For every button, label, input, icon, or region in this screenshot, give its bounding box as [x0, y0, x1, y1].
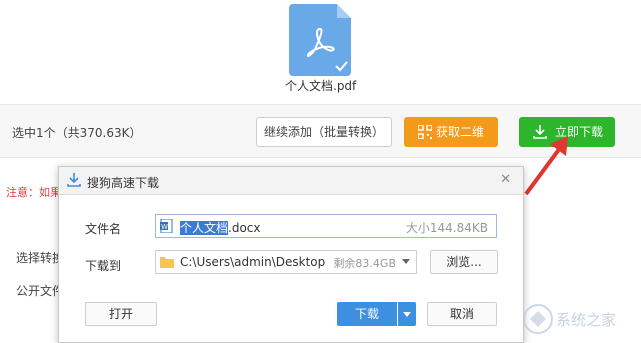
side-label-public: 公开文件: [16, 284, 65, 298]
side-label-convert: 选择转换: [16, 251, 65, 265]
download-dialog: 搜狗高速下载 ✕ 文件名 W 个人文档.docx 大小144.84KB 下载到 …: [58, 166, 524, 343]
save-path-text: C:\Users\admin\Desktop: [180, 255, 326, 269]
chevron-down-icon: [403, 312, 411, 317]
acrobat-glyph-icon: [306, 27, 335, 57]
filename-label: 文件名: [85, 222, 122, 236]
continue-add-button[interactable]: 继续添加（批量转换）: [256, 117, 392, 147]
free-space: 剩余83.4GB: [333, 257, 396, 270]
word-document-icon: W: [160, 219, 173, 233]
close-icon[interactable]: ✕: [500, 172, 511, 187]
filename-extension: .docx: [228, 221, 261, 235]
save-to-label: 下载到: [85, 259, 122, 273]
file-name: 个人文档.pdf: [285, 79, 357, 93]
pdf-file-icon: [289, 4, 351, 76]
get-qr-button[interactable]: 获取二维: [404, 117, 498, 147]
red-arrow-annotation: [524, 136, 568, 196]
selected-info: 选中1个（共370.63K）: [12, 126, 142, 140]
filename-selected-text: 个人文档: [180, 221, 229, 235]
qr-code-icon: [418, 125, 432, 139]
svg-text:W: W: [161, 223, 168, 231]
notice-text: 注意：如果: [6, 186, 61, 199]
folder-icon: [160, 257, 174, 268]
pdf-file-tile[interactable]: 个人文档.pdf: [285, 4, 356, 93]
dialog-title: 搜狗高速下载: [87, 176, 160, 190]
download-icon: [67, 173, 81, 187]
check-icon: [335, 61, 348, 72]
dialog-title-bar[interactable]: 搜狗高速下载 ✕: [59, 167, 523, 195]
filename-field[interactable]: W 个人文档.docx 大小144.84KB: [155, 214, 497, 238]
dialog-download-button[interactable]: 下载: [337, 302, 397, 326]
download-options-dropdown[interactable]: [398, 302, 416, 326]
cancel-button[interactable]: 取消: [427, 302, 497, 326]
open-button[interactable]: 打开: [85, 302, 157, 326]
file-size: 大小144.84KB: [405, 221, 488, 235]
get-qr-label: 获取二维: [436, 125, 485, 139]
watermark-text: 系统之家: [556, 311, 616, 329]
chevron-down-icon[interactable]: [402, 259, 410, 264]
save-path-select[interactable]: C:\Users\admin\Desktop 剩余83.4GB: [155, 250, 417, 274]
browse-button[interactable]: 浏览...: [430, 250, 498, 274]
watermark-logo: 系统之家: [523, 304, 616, 334]
